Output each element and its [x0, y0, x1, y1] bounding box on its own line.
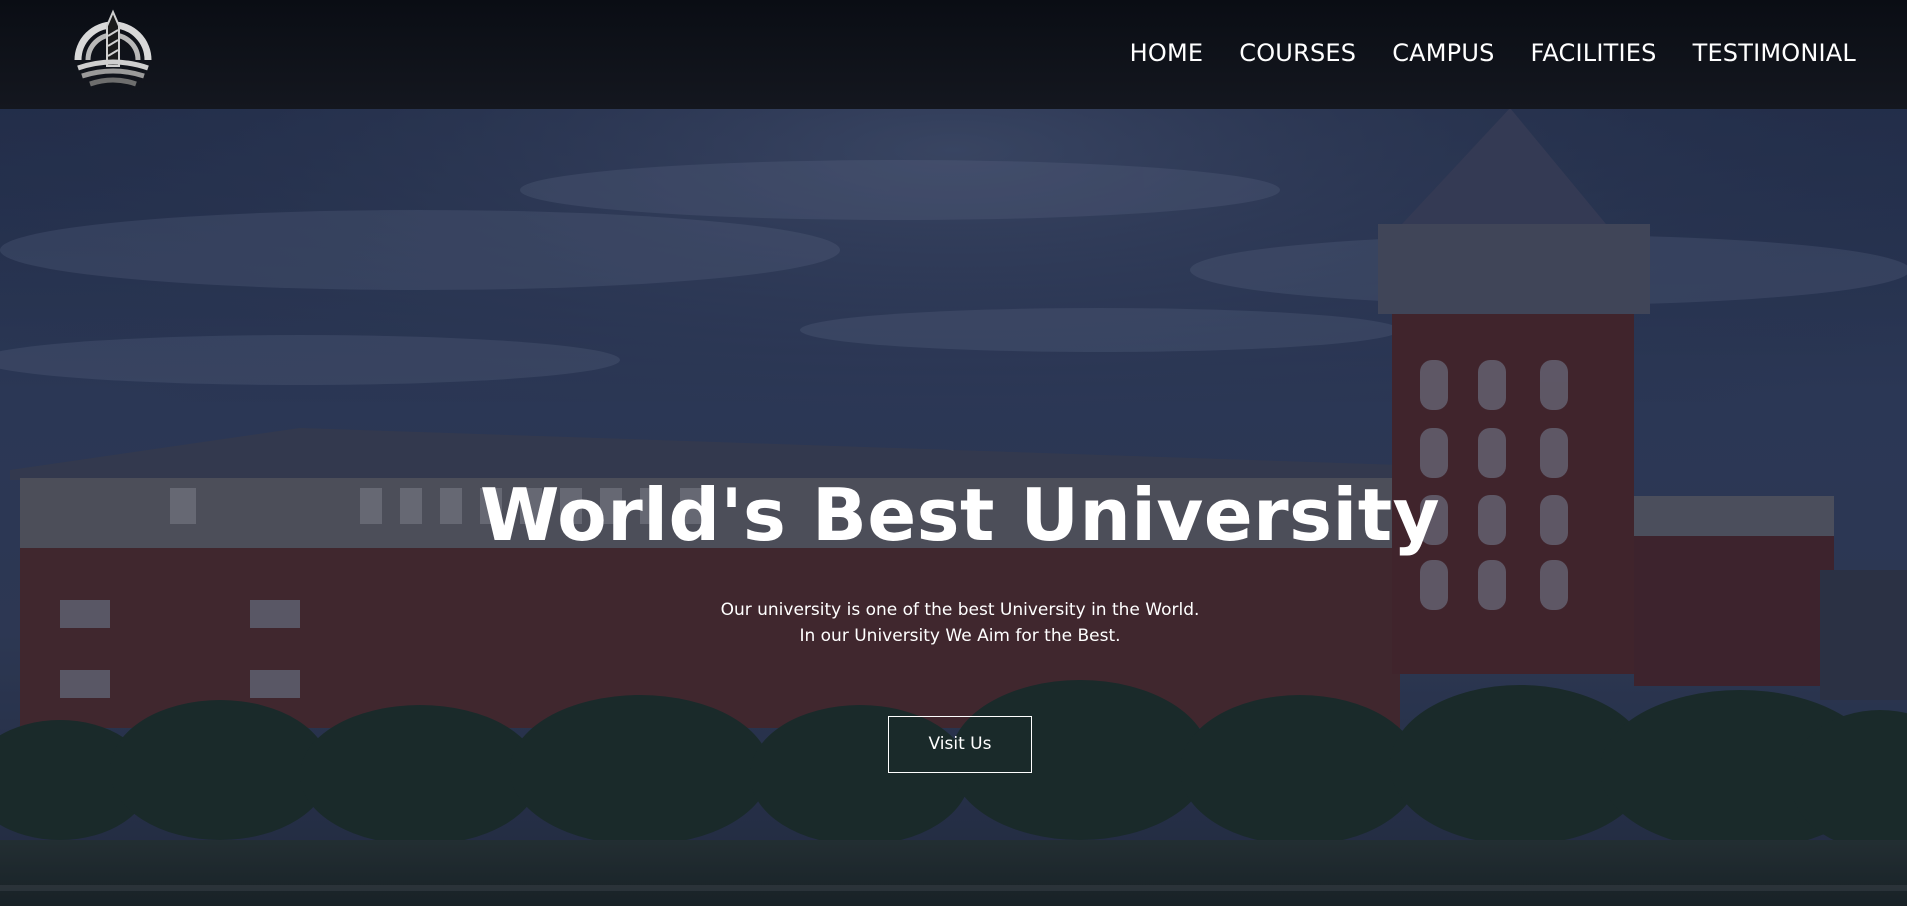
- university-logo[interactable]: [72, 8, 154, 96]
- hero-section: HOME COURSES CAMPUS FACILITIES TESTIMONI…: [0, 0, 1907, 906]
- visit-us-button[interactable]: Visit Us: [888, 716, 1032, 773]
- hero-subtitle: Our university is one of the best Univer…: [0, 597, 1907, 649]
- hero-subtitle-line-1: Our university is one of the best Univer…: [720, 600, 1200, 620]
- nav-home[interactable]: HOME: [1130, 36, 1204, 70]
- hero-title: World's Best University: [479, 473, 1441, 557]
- nav-facilities[interactable]: FACILITIES: [1531, 36, 1657, 70]
- main-nav: HOME COURSES CAMPUS FACILITIES TESTIMONI…: [1094, 36, 1856, 70]
- nav-courses[interactable]: COURSES: [1239, 36, 1356, 70]
- nav-testimonial[interactable]: TESTIMONIAL: [1693, 36, 1856, 70]
- site-header: HOME COURSES CAMPUS FACILITIES TESTIMONI…: [0, 0, 1907, 109]
- pen-shield-logo-icon: [74, 9, 152, 87]
- hero-subtitle-line-2: In our University We Aim for the Best.: [799, 626, 1121, 646]
- nav-campus[interactable]: CAMPUS: [1392, 36, 1494, 70]
